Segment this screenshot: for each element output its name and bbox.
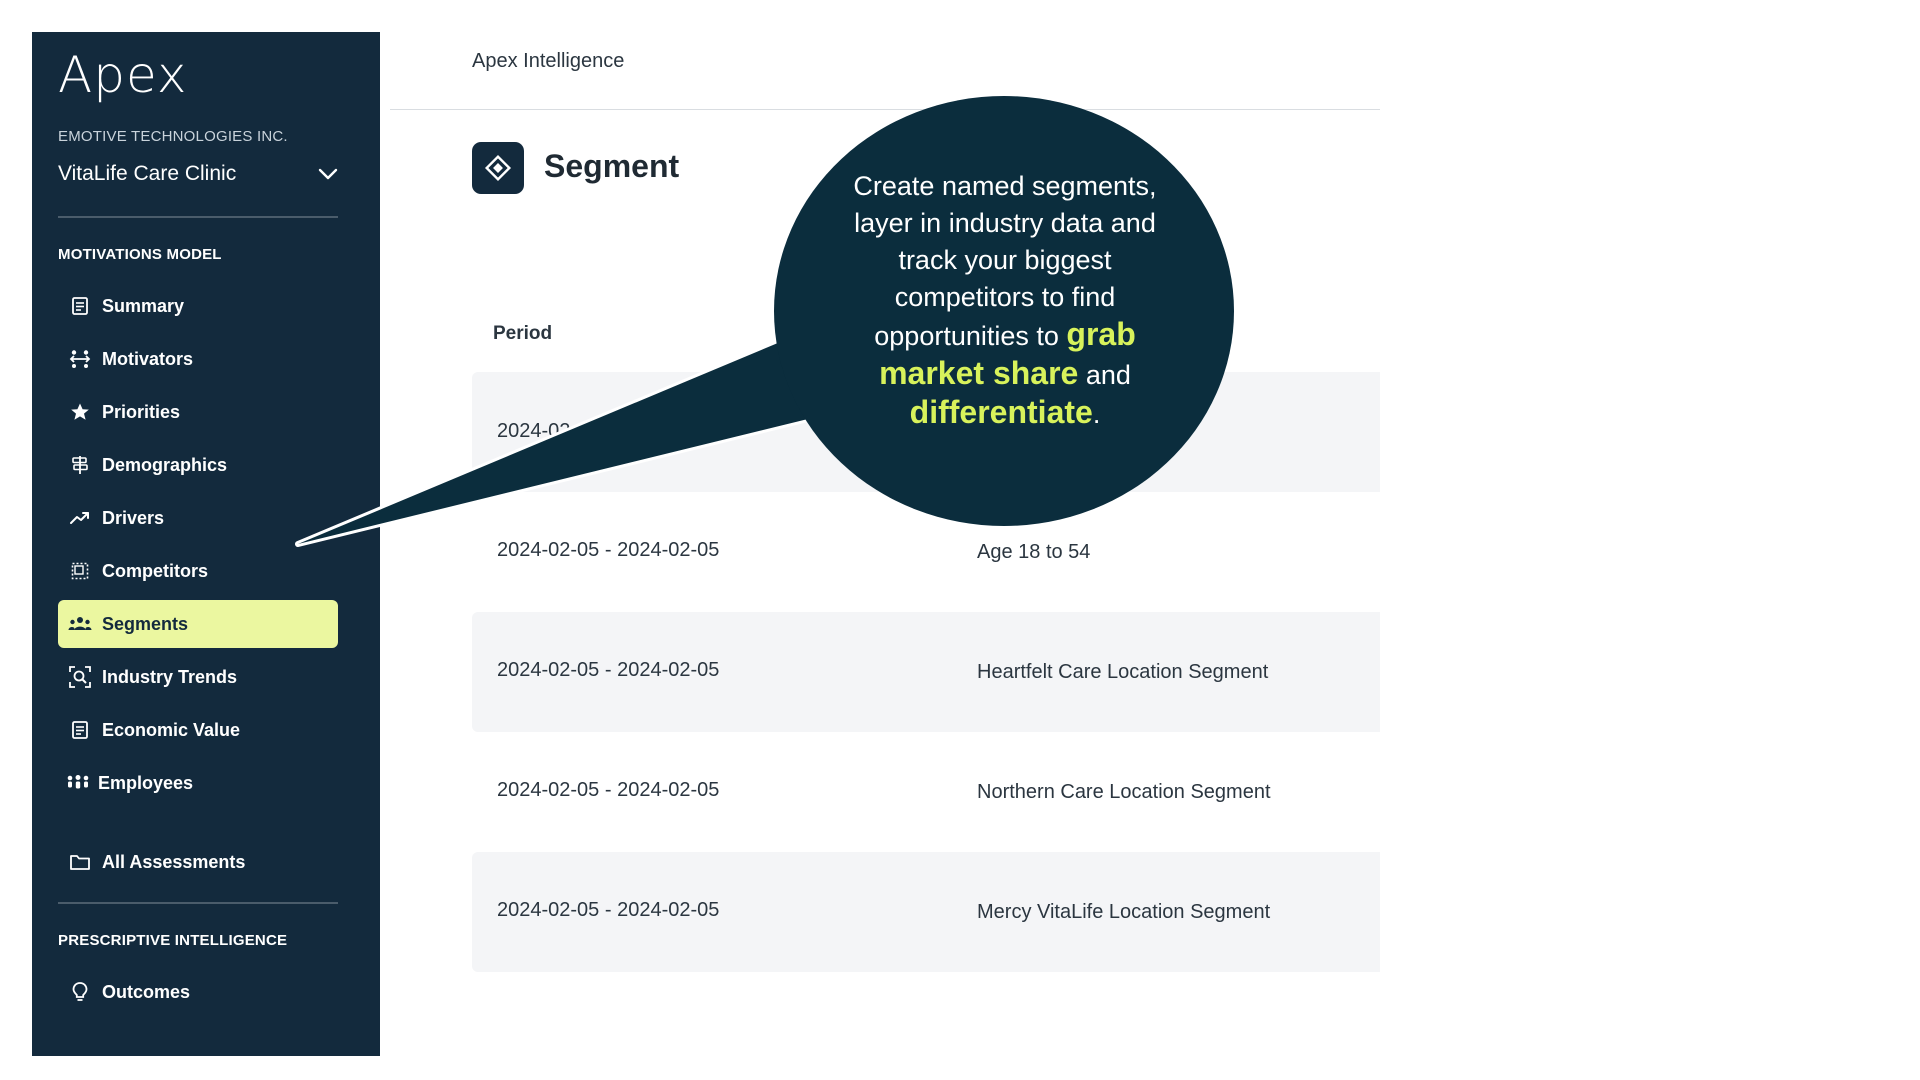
callout-text: Create named segments, layer in industry… — [835, 168, 1175, 433]
callout-highlight-differentiate: differentiate — [909, 394, 1093, 430]
callout-period: . — [1092, 399, 1101, 429]
callout-connector: and — [1078, 360, 1131, 390]
callout-bubble — [295, 96, 1234, 547]
